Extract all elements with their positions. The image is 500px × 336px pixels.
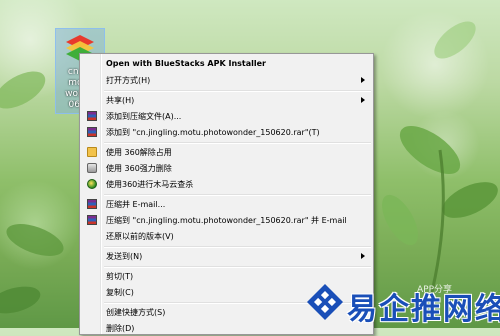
menu-item-label: 使用360进行木马云查杀 [106, 180, 194, 189]
menu-item-open-with-bluestacks[interactable]: Open with BlueStacks APK Installer [82, 56, 371, 72]
menu-item-open-with[interactable]: 打开方式(H) [82, 72, 371, 88]
menu-item-add-to-rar[interactable]: 添加到 "cn.jingling.motu.photowonder_150620… [82, 124, 371, 140]
menu-item-label: 使用 360解除占用 [106, 148, 172, 157]
menu-item-label: 打开方式(H) [106, 76, 151, 85]
submenu-arrow-icon [361, 253, 365, 259]
menu-item-label: 使用 360强力删除 [106, 164, 172, 173]
menu-item-360-trojan-scan[interactable]: 使用360进行木马云查杀 [82, 176, 371, 192]
menu-item-send-to[interactable]: 发送到(N) [82, 248, 371, 264]
menu-item-label: 删除(D) [106, 324, 135, 333]
menu-item-360-unlock[interactable]: 使用 360解除占用 [82, 144, 371, 160]
winrar-icon [87, 127, 97, 137]
watermark-logo-icon [307, 284, 343, 320]
menu-item-compress-email[interactable]: 压缩并 E-mail... [82, 196, 371, 212]
shredder-icon [87, 163, 97, 173]
menu-item-add-to-archive[interactable]: 添加到压缩文件(A)... [82, 108, 371, 124]
menu-item-label: 压缩并 E-mail... [106, 200, 166, 209]
360-shield-icon [87, 179, 97, 189]
menu-item-label: 还原以前的版本(V) [106, 232, 174, 241]
submenu-arrow-icon [361, 77, 365, 83]
folder-lock-icon [87, 147, 97, 157]
menu-item-label: 压缩到 "cn.jingling.motu.photowonder_150620… [106, 216, 347, 225]
menu-item-restore-previous[interactable]: 还原以前的版本(V) [82, 228, 371, 244]
menu-item-label: 发送到(N) [106, 252, 143, 261]
menu-item-label: 添加到 "cn.jingling.motu.photowonder_150620… [106, 128, 320, 137]
menu-item-label: 复制(C) [106, 288, 134, 297]
winrar-icon [87, 111, 97, 121]
menu-item-share[interactable]: 共享(H) [82, 92, 371, 108]
menu-item-label: Open with BlueStacks APK Installer [106, 59, 266, 68]
winrar-icon [87, 215, 97, 225]
watermark-url: APP分享 [417, 285, 453, 295]
watermark: 易企推网络 APP分享 [305, 282, 500, 328]
menu-item-label: 添加到压缩文件(A)... [106, 112, 182, 121]
menu-item-compress-rar-email[interactable]: 压缩到 "cn.jingling.motu.photowonder_150620… [82, 212, 371, 228]
winrar-icon [87, 199, 97, 209]
submenu-arrow-icon [361, 97, 365, 103]
menu-item-label: 剪切(T) [106, 272, 134, 281]
menu-item-label: 创建快捷方式(S) [106, 308, 166, 317]
menu-item-360-force-delete[interactable]: 使用 360强力删除 [82, 160, 371, 176]
menu-item-label: 共享(H) [106, 96, 135, 105]
